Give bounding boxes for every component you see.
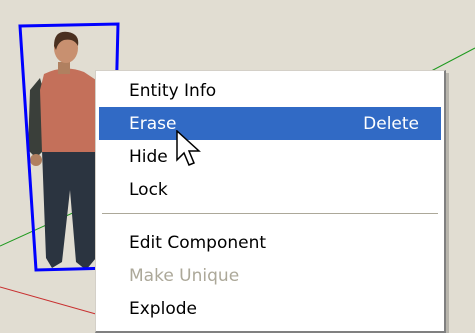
menu-item-erase[interactable]: Erase Delete [99,107,441,140]
menu-item-explode[interactable]: Explode [99,292,441,325]
menu-separator [102,213,438,215]
red-axis [0,286,111,319]
menu-item-make-unique: Make Unique [99,259,441,292]
menu-item-label: Erase [129,113,177,134]
menu-item-edit-component[interactable]: Edit Component [99,226,441,259]
person-component[interactable] [28,31,96,270]
menu-item-label: Edit Component [129,232,267,253]
menu-item-hide[interactable]: Hide [99,140,441,173]
menu-item-label: Lock [129,179,168,200]
menu-item-label: Make Unique [129,265,240,286]
menu-item-label: Explode [129,298,197,319]
menu-item-label: Entity Info [129,80,217,101]
menu-item-shortcut: Delete [363,113,419,134]
context-menu: Entity Info Erase Delete Hide Lock Edit … [95,70,446,333]
menu-item-entity-info[interactable]: Entity Info [99,74,441,107]
menu-item-lock[interactable]: Lock [99,173,441,206]
arrow-pointer-icon [176,130,201,166]
